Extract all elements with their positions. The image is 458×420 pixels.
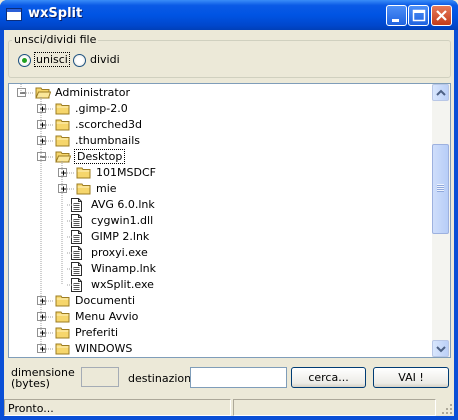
status-pane-main: Pronto... <box>4 399 231 416</box>
close-icon <box>436 10 447 21</box>
vertical-scrollbar[interactable] <box>432 84 450 357</box>
mode-groupbox: unsci/dividi file unisci dividi <box>8 33 451 78</box>
title-bar[interactable]: wxSplit <box>0 0 458 30</box>
maximize-button[interactable] <box>408 5 429 26</box>
size-label: dimensione (bytes) <box>11 367 75 389</box>
scroll-down-icon <box>436 346 446 353</box>
window-title: wxSplit <box>28 6 83 21</box>
scroll-thumb[interactable] <box>432 144 449 234</box>
file-tree[interactable]: Administrator .gimp-2.0 .scorched3d .thu… <box>8 83 451 358</box>
size-label-line2: (bytes) <box>11 377 50 390</box>
status-bar: Pronto... <box>4 397 454 416</box>
tree-connector-lines <box>20 84 74 350</box>
close-button[interactable] <box>431 5 452 26</box>
maximize-icon <box>412 9 426 22</box>
window: wxSplit unsci/dividi file unisci dividi … <box>0 0 458 420</box>
go-button[interactable]: VAI ! <box>373 367 449 388</box>
browse-button[interactable]: cerca... <box>291 367 366 388</box>
status-pane-secondary <box>233 399 436 416</box>
client-area: unsci/dividi file unisci dividi Administ… <box>4 30 454 416</box>
scroll-thumb-grip <box>437 184 444 192</box>
mode-group-legend: unsci/dividi file <box>12 33 99 46</box>
status-text: Pronto... <box>8 402 54 415</box>
destination-label: destinazione <box>128 372 198 385</box>
split-radio[interactable] <box>73 54 86 67</box>
join-radio-label[interactable]: unisci <box>34 52 70 67</box>
scroll-up-icon <box>436 89 446 96</box>
minimize-icon <box>392 19 399 22</box>
resize-grip-icon[interactable] <box>440 402 453 415</box>
scroll-up-button[interactable] <box>432 84 449 101</box>
scroll-down-button[interactable] <box>432 340 449 357</box>
join-radio[interactable] <box>18 54 31 67</box>
minimize-button[interactable] <box>386 5 407 26</box>
app-icon <box>6 8 22 21</box>
size-value-field <box>81 367 119 387</box>
split-radio-label[interactable]: dividi <box>90 53 120 66</box>
destination-input[interactable] <box>190 367 287 388</box>
